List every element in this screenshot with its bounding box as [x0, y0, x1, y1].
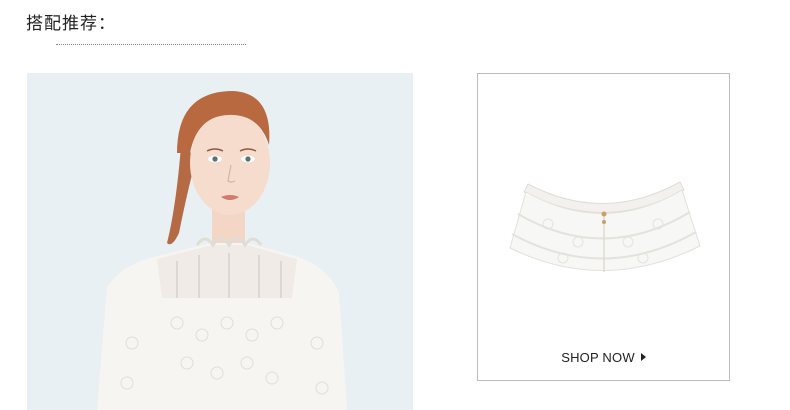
- shop-now-label: SHOP NOW: [561, 350, 635, 365]
- play-triangle-icon: [640, 353, 646, 361]
- lace-cape-image: [509, 181, 701, 272]
- section-title: 搭配推荐：: [26, 14, 116, 34]
- model-photo[interactable]: [27, 73, 413, 410]
- title-dotted-divider: [56, 38, 246, 45]
- model-illustration: [97, 91, 347, 410]
- product-card[interactable]: SHOP NOW: [477, 73, 730, 381]
- shop-now-button[interactable]: SHOP NOW: [478, 350, 729, 365]
